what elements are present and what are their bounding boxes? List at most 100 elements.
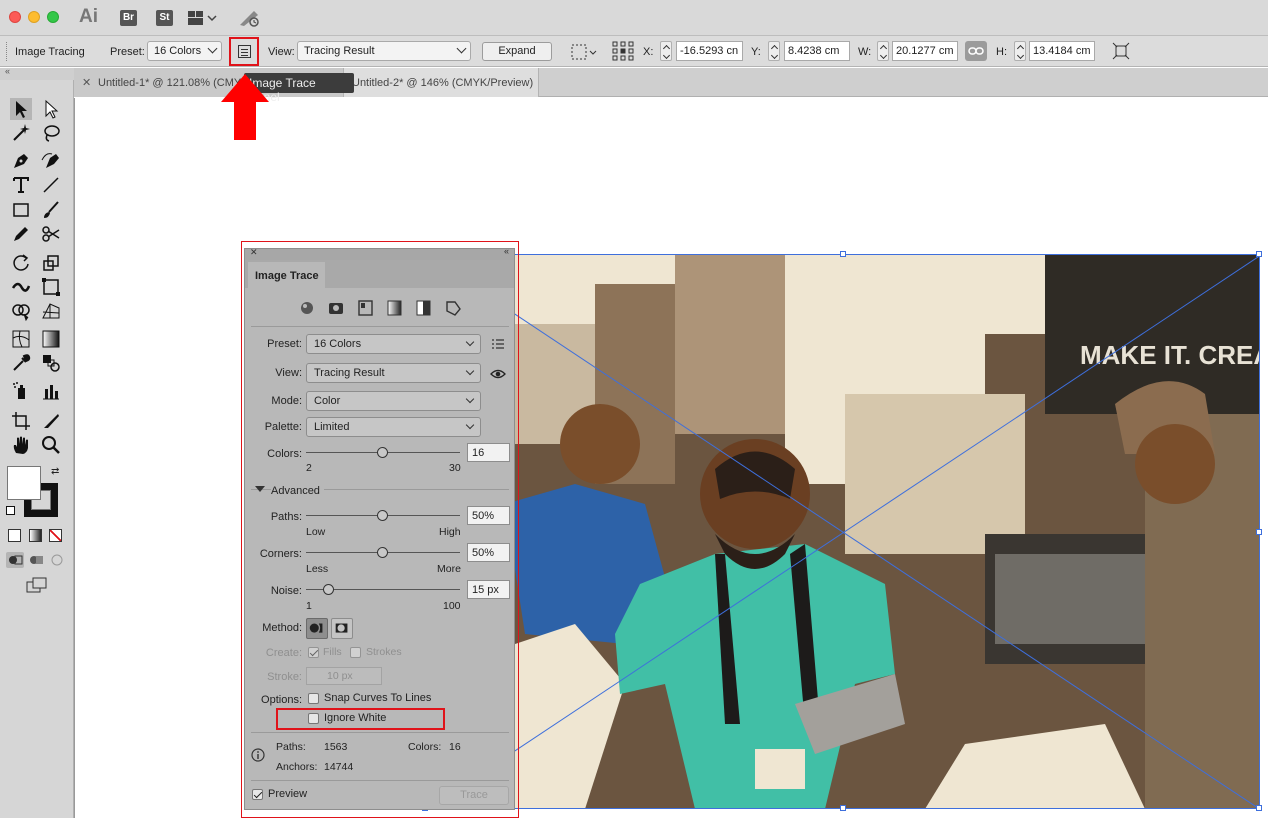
resize-handle-se[interactable] xyxy=(1256,805,1262,811)
close-window-button[interactable] xyxy=(9,11,21,23)
line-segment-tool[interactable] xyxy=(40,174,62,196)
resize-handle-ne[interactable] xyxy=(1256,251,1262,257)
y-input[interactable]: 8.4238 cm xyxy=(784,41,850,61)
expand-button[interactable]: Expand xyxy=(482,42,552,61)
minimize-window-button[interactable] xyxy=(28,11,40,23)
stroke-input[interactable]: 10 px xyxy=(306,667,382,685)
maximize-window-button[interactable] xyxy=(47,11,59,23)
paths-input[interactable]: 50% xyxy=(467,506,510,525)
none-mode-button[interactable] xyxy=(49,529,62,542)
w-input[interactable]: 20.1277 cm xyxy=(892,41,958,61)
slice-tool[interactable] xyxy=(40,410,62,432)
advanced-disclosure-icon[interactable] xyxy=(255,486,265,492)
direct-selection-tool[interactable] xyxy=(40,98,62,120)
shape-builder-tool[interactable] xyxy=(10,300,32,322)
snap-curves-checkbox[interactable] xyxy=(308,693,319,704)
grip-handle[interactable] xyxy=(6,42,8,61)
hand-tool[interactable] xyxy=(10,434,32,456)
trace-button[interactable]: Trace xyxy=(439,786,509,805)
gradient-mode-button[interactable] xyxy=(29,529,42,542)
free-transform-tool[interactable] xyxy=(40,276,62,298)
perspective-grid-tool[interactable] xyxy=(40,300,62,322)
rectangle-tool[interactable] xyxy=(10,199,32,221)
screen-mode-button[interactable] xyxy=(26,577,48,595)
transform-icon[interactable] xyxy=(1112,42,1130,60)
colors-slider-knob[interactable] xyxy=(377,447,388,458)
mode-dropdown[interactable]: Color xyxy=(306,391,481,411)
width-tool[interactable] xyxy=(10,276,32,298)
paintbrush-tool[interactable] xyxy=(40,199,62,221)
resize-handle-e[interactable] xyxy=(1256,529,1262,535)
close-tab-icon[interactable]: ✕ xyxy=(82,76,91,89)
collapse-panel-icon[interactable]: « xyxy=(504,246,509,256)
type-tool[interactable] xyxy=(10,174,32,196)
eyedropper-tool[interactable] xyxy=(10,352,32,374)
preset-menu-icon[interactable] xyxy=(491,338,505,350)
eyedropper-icon xyxy=(13,354,31,371)
symbol-sprayer-tool[interactable] xyxy=(10,380,32,402)
draw-inside-button[interactable] xyxy=(48,552,66,568)
panel-preset-dropdown[interactable]: 16 Colors xyxy=(306,334,481,354)
reference-point-icon[interactable] xyxy=(612,41,634,61)
zoom-tool[interactable] xyxy=(40,434,62,456)
artboard-tool[interactable] xyxy=(10,410,32,432)
toolbar-collapse-bar[interactable]: « xyxy=(0,66,74,80)
constrain-proportions-button[interactable] xyxy=(965,41,987,61)
close-panel-icon[interactable]: ✕ xyxy=(250,247,258,258)
align-options-icon[interactable] xyxy=(571,43,599,61)
preset-dropdown[interactable]: 16 Colors xyxy=(147,41,222,61)
gradient-tool[interactable] xyxy=(40,328,62,350)
panel-view-dropdown[interactable]: Tracing Result xyxy=(306,363,481,383)
mesh-tool[interactable] xyxy=(10,328,32,350)
preview-checkbox[interactable] xyxy=(252,789,263,800)
draw-normal-button[interactable] xyxy=(6,552,24,568)
advanced-toggle[interactable]: Advanced xyxy=(271,485,324,497)
image-trace-panel-button[interactable] xyxy=(229,37,259,66)
fill-swatch[interactable] xyxy=(7,466,41,500)
x-input[interactable]: -16.5293 cn xyxy=(676,41,743,61)
noise-input[interactable]: 15 px xyxy=(467,580,510,599)
resize-handle-s[interactable] xyxy=(840,805,846,811)
corners-slider-knob[interactable] xyxy=(377,547,388,558)
strokes-checkbox[interactable] xyxy=(350,647,361,658)
y-stepper[interactable] xyxy=(768,41,780,61)
noise-slider-knob[interactable] xyxy=(323,584,335,595)
method-overlapping-button[interactable] xyxy=(331,618,353,639)
w-stepper[interactable] xyxy=(877,41,889,61)
selection-bounding-box[interactable] xyxy=(422,251,1262,811)
scissors-tool[interactable] xyxy=(40,223,62,245)
paths-slider-knob[interactable] xyxy=(377,510,388,521)
workspace-layout-icon[interactable] xyxy=(188,10,218,26)
h-input[interactable]: 13.4184 cm xyxy=(1029,41,1095,61)
rotate-tool[interactable] xyxy=(10,252,32,274)
column-graph-tool[interactable] xyxy=(40,380,62,402)
blend-tool[interactable] xyxy=(40,352,62,374)
fills-checkbox[interactable] xyxy=(308,647,319,658)
eye-icon[interactable] xyxy=(490,369,506,379)
tab-image-trace[interactable]: Image Trace xyxy=(248,262,325,288)
curvature-tool[interactable] xyxy=(40,150,62,172)
gpu-performance-icon[interactable] xyxy=(238,8,262,28)
draw-behind-button[interactable] xyxy=(27,552,45,568)
scale-tool[interactable] xyxy=(40,252,62,274)
stock-button[interactable]: St xyxy=(156,10,173,26)
view-dropdown[interactable]: Tracing Result xyxy=(297,41,471,61)
method-abutting-button[interactable] xyxy=(306,618,328,639)
pen-tool[interactable] xyxy=(10,150,32,172)
h-stepper[interactable] xyxy=(1014,41,1026,61)
tab-untitled-2[interactable]: Untitled-2* @ 146% (CMYK/Preview) xyxy=(344,68,539,97)
resize-handle-n[interactable] xyxy=(840,251,846,257)
color-mode-button[interactable] xyxy=(8,529,21,542)
magic-wand-tool[interactable] xyxy=(10,122,32,144)
palette-dropdown[interactable]: Limited xyxy=(306,417,481,437)
selection-tool[interactable] xyxy=(10,98,32,120)
lasso-tool[interactable] xyxy=(40,122,62,144)
bridge-button[interactable]: Br xyxy=(120,10,137,26)
colors-input[interactable]: 16 xyxy=(467,443,510,462)
swap-fill-stroke-icon[interactable]: ⇄ xyxy=(51,466,59,477)
shaper-tool[interactable] xyxy=(10,223,32,245)
x-stepper[interactable] xyxy=(660,41,672,61)
corners-input[interactable]: 50% xyxy=(467,543,510,562)
default-fill-stroke-icon[interactable] xyxy=(6,506,15,515)
panel-header[interactable]: ✕ « xyxy=(245,246,514,260)
